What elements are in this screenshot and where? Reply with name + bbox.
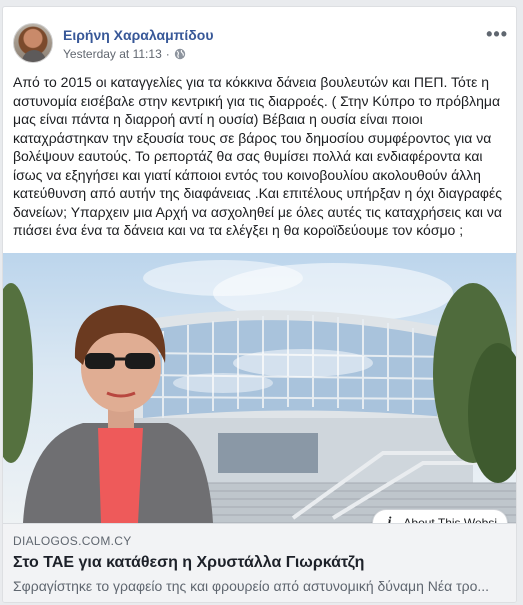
globe-icon[interactable]	[174, 48, 186, 60]
post-meta: Yesterday at 11:13 ·	[63, 47, 186, 61]
more-options-icon[interactable]: •••	[486, 25, 508, 43]
link-description: Σφραγίστηκε το γραφείο της και φρουρείο …	[13, 578, 490, 594]
post-timestamp[interactable]: Yesterday at 11:13	[63, 47, 162, 61]
author-avatar[interactable]	[13, 23, 53, 63]
link-preview-caption[interactable]: DIALOGOS.COM.CY Στο ΤΑΕ για κατάθεση η Χ…	[3, 523, 516, 602]
post-card: Ειρήνη Χαραλαμπίδου Yesterday at 11:13 ·…	[2, 6, 517, 603]
post-header: Ειρήνη Χαραλαμπίδου Yesterday at 11:13 ·…	[13, 23, 508, 63]
link-title[interactable]: Στο ΤΑΕ για κατάθεση η Χρυστάλλα Γιωρκάτ…	[13, 554, 508, 572]
post-text: Από το 2015 οι καταγγελίες για τα κόκκιν…	[13, 74, 503, 238]
link-preview-image[interactable]	[3, 253, 516, 523]
link-domain: DIALOGOS.COM.CY	[13, 534, 132, 548]
meta-separator: ·	[165, 47, 170, 61]
author-name[interactable]: Ειρήνη Χαραλαμπίδου	[63, 27, 213, 43]
